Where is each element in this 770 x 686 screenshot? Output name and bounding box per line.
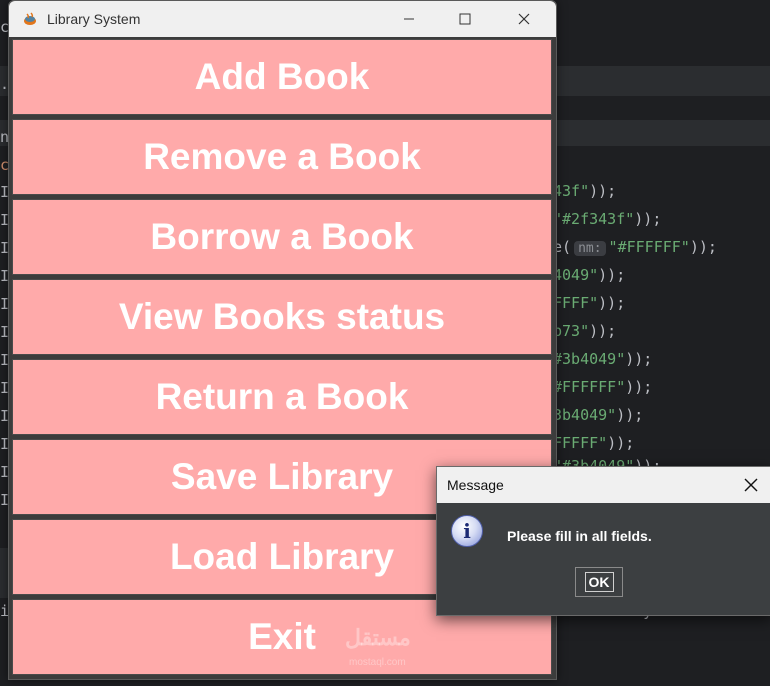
- maximize-button[interactable]: [442, 1, 488, 37]
- info-icon: i: [451, 515, 483, 547]
- dialog-titlebar[interactable]: Message: [437, 467, 770, 503]
- code-line: FFFFF"));: [553, 434, 635, 452]
- message-dialog: Message i Please fill in all fields. OK: [436, 466, 770, 616]
- maximize-icon: [459, 13, 471, 25]
- ok-button[interactable]: OK: [575, 567, 623, 597]
- code-line: "#2f343f"));: [553, 210, 662, 228]
- window-title: Library System: [47, 11, 141, 27]
- add-book-button[interactable]: Add Book: [12, 39, 552, 115]
- dialog-message: Please fill in all fields.: [507, 528, 652, 544]
- borrow-book-button[interactable]: Borrow a Book: [12, 199, 552, 275]
- close-button[interactable]: [501, 1, 547, 37]
- java-cup-icon: [24, 12, 36, 25]
- code-line: #FFFFFF"));: [553, 378, 653, 396]
- view-books-status-button[interactable]: View Books status: [12, 279, 552, 355]
- code-line: 43f"));: [553, 182, 617, 200]
- remove-book-button[interactable]: Remove a Book: [12, 119, 552, 195]
- code-line: 4049"));: [553, 266, 626, 284]
- watermark-logo: مستقل: [345, 625, 411, 650]
- return-book-button[interactable]: Return a Book: [12, 359, 552, 435]
- code-line: 3b4049"));: [553, 406, 644, 424]
- code-line: #3b4049"));: [553, 350, 653, 368]
- window-titlebar[interactable]: Library System: [9, 1, 556, 37]
- minimize-button[interactable]: [386, 1, 432, 37]
- param-hint: nm:: [574, 241, 606, 256]
- code-line: b73"));: [553, 322, 617, 340]
- ok-button-label: OK: [584, 572, 614, 592]
- dialog-title: Message: [447, 477, 504, 493]
- close-icon: [518, 13, 530, 25]
- watermark-url: mostaql.com: [349, 657, 406, 668]
- close-icon[interactable]: [743, 477, 759, 493]
- code-line: FFFF"));: [553, 294, 626, 312]
- minimize-icon: [404, 18, 414, 20]
- code-line: e(nm: "#FFFFFF"));: [553, 238, 717, 256]
